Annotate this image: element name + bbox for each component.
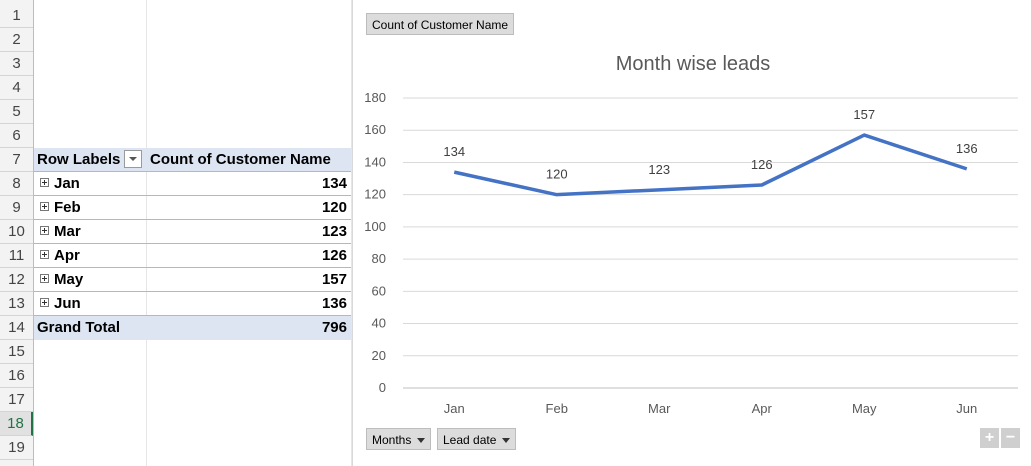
lead-date-field-button[interactable]: Lead date — [437, 428, 517, 450]
dropdown-arrow-icon — [502, 438, 511, 444]
chart-title: Month wise leads — [616, 53, 771, 75]
filter-dropdown-icon[interactable] — [124, 150, 142, 168]
series-line — [453, 133, 968, 197]
expand-plus-icon[interactable] — [40, 274, 49, 283]
value-column-header: Count of Customer Name — [150, 151, 331, 168]
row-header-11[interactable]: 11 — [0, 244, 33, 268]
y-axis-ticks: 0 20 40 60 80 100 120 140 160 180 — [364, 90, 386, 395]
zoom-in-button[interactable]: + — [980, 428, 999, 448]
months-field-label: Months — [372, 433, 412, 447]
row-header-10[interactable]: 10 — [0, 220, 33, 244]
data-label: 126 — [751, 157, 773, 172]
line-chart-svg: Month wise leads 0 20 40 60 80 100 120 140 160 18… — [364, 53, 1018, 416]
y-tick-label: 60 — [372, 283, 386, 298]
x-tick-label: Jan — [444, 401, 465, 416]
y-tick-label: 100 — [364, 219, 386, 234]
pivot-header-row: Row Labels Count of Customer Name — [34, 148, 351, 172]
pivot-row-label: Apr — [54, 247, 80, 264]
pivot-row-mar: Mar 123 — [34, 220, 351, 244]
data-label: 123 — [648, 162, 670, 177]
pivot-row-jan: Jan 134 — [34, 172, 351, 196]
pivot-row-apr: Apr 126 — [34, 244, 351, 268]
y-tick-label: 160 — [364, 122, 386, 137]
row-header-4[interactable]: 4 — [0, 76, 33, 100]
pivot-row-value: 134 — [321, 175, 347, 192]
expand-plus-icon[interactable] — [40, 226, 49, 235]
x-tick-label: Apr — [752, 401, 773, 416]
row-header-2[interactable]: 2 — [0, 28, 33, 52]
pivot-row-value: 120 — [321, 199, 347, 216]
lead-date-field-label: Lead date — [443, 433, 497, 447]
expand-plus-icon[interactable] — [40, 298, 49, 307]
x-tick-label: Feb — [546, 401, 568, 416]
row-labels-header: Row Labels — [37, 151, 121, 168]
row-header-12[interactable]: 12 — [0, 268, 33, 292]
row-header-19[interactable]: 19 — [0, 436, 33, 460]
row-header-17[interactable]: 17 — [0, 388, 33, 412]
months-field-button[interactable]: Months — [366, 428, 432, 450]
data-label: 134 — [443, 144, 465, 159]
grand-total-label: Grand Total — [37, 319, 121, 336]
pivot-table: Row Labels Count of Customer Name Jan 134… — [34, 148, 351, 340]
pivot-chart[interactable]: Count of Customer Name Month wise leads … — [352, 0, 1031, 466]
pivot-row-label: Jun — [54, 295, 81, 312]
zoom-out-button[interactable]: − — [1001, 428, 1020, 448]
x-tick-label: Jun — [956, 401, 977, 416]
grand-total-value: 796 — [321, 319, 347, 336]
pivot-row-label: May — [54, 271, 84, 288]
y-tick-label: 40 — [372, 316, 386, 331]
row-header-3[interactable]: 3 — [0, 52, 33, 76]
pivot-row-label: Jan — [54, 175, 80, 192]
y-tick-label: 0 — [379, 380, 386, 395]
row-header-7[interactable]: 7 — [0, 148, 33, 172]
y-tick-label: 80 — [372, 251, 386, 266]
data-label: 136 — [956, 141, 978, 156]
row-header-16[interactable]: 16 — [0, 364, 33, 388]
y-tick-label: 140 — [364, 154, 386, 169]
x-tick-label: May — [852, 401, 877, 416]
row-header-14[interactable]: 14 — [0, 316, 33, 340]
dropdown-arrow-icon — [417, 438, 426, 444]
row-header-1[interactable]: 1 — [0, 4, 33, 28]
row-header-9[interactable]: 9 — [0, 196, 33, 220]
row-headers: 1 2 3 4 5 6 7 8 9 10 11 12 13 14 15 16 17 18 19 — [0, 0, 34, 466]
pivot-row-value: 157 — [321, 271, 347, 288]
row-header-13[interactable]: 13 — [0, 292, 33, 316]
pivot-row-value: 123 — [321, 223, 347, 240]
data-label: 120 — [546, 167, 568, 182]
expand-plus-icon[interactable] — [40, 178, 49, 187]
expand-plus-icon[interactable] — [40, 250, 49, 259]
pivot-row-label: Mar — [54, 223, 81, 240]
pivot-row-may: May 157 — [34, 268, 351, 292]
row-header-18[interactable]: 18 — [0, 412, 33, 436]
expand-plus-icon[interactable] — [40, 202, 49, 211]
grand-total-row: Grand Total 796 — [34, 316, 351, 340]
x-tick-label: Mar — [648, 401, 671, 416]
pivot-row-jun: Jun 136 — [34, 292, 351, 316]
x-axis-ticks: Jan Feb Mar Apr May Jun — [444, 401, 977, 416]
row-header-8[interactable]: 8 — [0, 172, 33, 196]
row-header-15[interactable]: 15 — [0, 340, 33, 364]
pivot-row-value: 136 — [321, 295, 347, 312]
row-header-6[interactable]: 6 — [0, 124, 33, 148]
pivot-row-feb: Feb 120 — [34, 196, 351, 220]
y-tick-label: 180 — [364, 90, 386, 105]
pivot-row-label: Feb — [54, 199, 81, 216]
y-tick-label: 120 — [364, 187, 386, 202]
data-label: 157 — [853, 107, 875, 122]
pivot-row-value: 126 — [321, 247, 347, 264]
y-tick-label: 20 — [372, 348, 386, 363]
gridlines — [403, 97, 1018, 389]
row-header-5[interactable]: 5 — [0, 100, 33, 124]
